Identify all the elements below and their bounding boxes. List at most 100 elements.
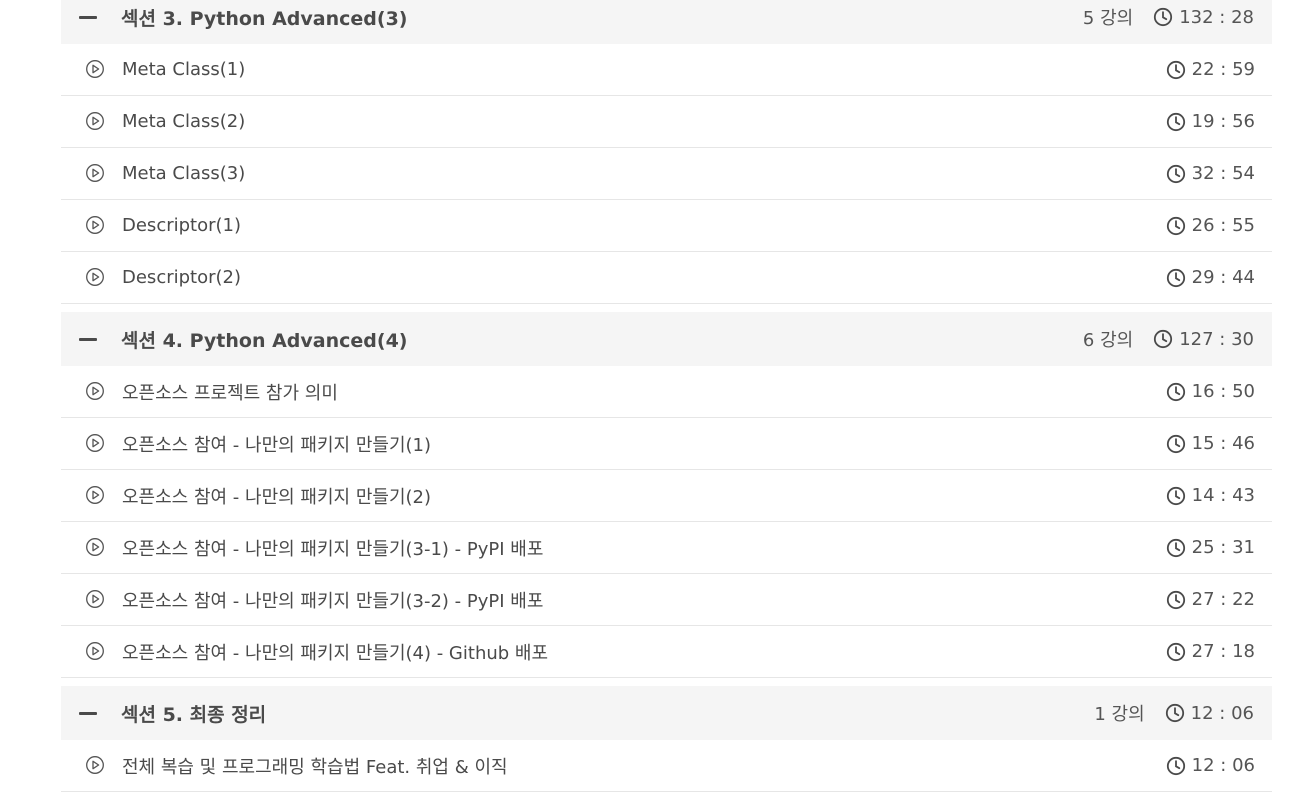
lecture-meta: 29 : 44 <box>1166 267 1255 288</box>
section-duration: 127 : 30 <box>1179 328 1254 350</box>
clock-icon <box>1166 382 1186 402</box>
lecture-meta: 15 : 46 <box>1166 433 1255 454</box>
lecture-item[interactable]: Descriptor(2) 29 : 44 <box>61 252 1272 304</box>
section-lecture-count: 6 강의 <box>1082 330 1134 351</box>
lecture-list: 전체 복습 및 프로그래밍 학습법 Feat. 취업 & 이직 12 : 06 <box>61 740 1272 792</box>
lecture-list: Meta Class(1) 22 : 59 Meta Class(2) 19 : 56… <box>61 44 1272 304</box>
lecture-title: 오픈소스 프로젝트 참가 의미 <box>122 382 338 404</box>
lecture-title: Meta Class(3) <box>122 163 246 184</box>
lecture-duration: 29 : 44 <box>1191 267 1255 288</box>
lecture-item[interactable]: Meta Class(2) 19 : 56 <box>61 96 1272 148</box>
section-title: 섹션 3. Python Advanced(3) <box>121 7 408 30</box>
lecture-meta: 27 : 22 <box>1166 589 1255 610</box>
clock-icon <box>1165 703 1185 723</box>
lecture-title: Descriptor(2) <box>122 267 242 288</box>
clock-icon <box>1166 538 1186 558</box>
lecture-meta: 19 : 56 <box>1166 111 1255 132</box>
play-circle-icon <box>85 537 105 557</box>
lecture-item[interactable]: 오픈소스 참여 - 나만의 패키지 만들기(2) 14 : 43 <box>61 470 1272 522</box>
lecture-duration: 27 : 18 <box>1191 641 1255 662</box>
play-circle-icon <box>85 267 105 287</box>
lecture-item[interactable]: Meta Class(3) 32 : 54 <box>61 148 1272 200</box>
lecture-meta: 16 : 50 <box>1166 381 1255 402</box>
play-circle-icon <box>85 163 105 183</box>
play-circle-icon <box>85 215 105 235</box>
lecture-duration: 27 : 22 <box>1191 589 1255 610</box>
lecture-duration: 14 : 43 <box>1191 485 1255 506</box>
lecture-meta: 12 : 06 <box>1166 755 1255 776</box>
clock-icon <box>1166 112 1186 132</box>
play-circle-icon <box>85 641 105 661</box>
lecture-duration: 26 : 55 <box>1191 215 1255 236</box>
lecture-item[interactable]: 오픈소스 참여 - 나만의 패키지 만들기(4) - Github 배포 27 :… <box>61 626 1272 678</box>
clock-icon <box>1166 60 1186 80</box>
play-circle-icon <box>85 589 105 609</box>
curriculum-section: 섹션 4. Python Advanced(4) 6 강의 127 : 30 오픈소스… <box>61 312 1272 678</box>
section-header[interactable]: 섹션 5. 최종 정리 1 강의 12 : 06 <box>61 686 1272 740</box>
lecture-meta: 14 : 43 <box>1166 485 1255 506</box>
clock-icon <box>1166 434 1186 454</box>
lecture-title: Meta Class(2) <box>122 111 246 132</box>
clock-icon <box>1166 164 1186 184</box>
clock-icon <box>1166 590 1186 610</box>
section-meta: 1 강의 12 : 06 <box>1094 700 1254 726</box>
section-title: 섹션 4. Python Advanced(4) <box>121 329 408 352</box>
lecture-meta: 26 : 55 <box>1166 215 1255 236</box>
curriculum-section: 섹션 3. Python Advanced(3) 5 강의 132 : 28 Meta… <box>61 0 1272 304</box>
lecture-title: 전체 복습 및 프로그래밍 학습법 Feat. 취업 & 이직 <box>122 756 508 778</box>
lecture-duration: 19 : 56 <box>1191 111 1255 132</box>
section-duration: 12 : 06 <box>1190 702 1254 724</box>
play-circle-icon <box>85 755 105 775</box>
lecture-duration: 15 : 46 <box>1191 433 1255 454</box>
lecture-meta: 22 : 59 <box>1166 59 1255 80</box>
section-lecture-count: 1 강의 <box>1094 704 1145 725</box>
lecture-title: 오픈소스 참여 - 나만의 패키지 만들기(1) <box>122 434 431 456</box>
clock-icon <box>1166 486 1186 506</box>
clock-icon <box>1153 329 1173 349</box>
lecture-title: Descriptor(1) <box>122 215 242 236</box>
play-circle-icon <box>85 381 105 401</box>
section-meta: 6 강의 127 : 30 <box>1083 326 1254 352</box>
curriculum-section: 섹션 5. 최종 정리 1 강의 12 : 06 전체 복습 및 프로그래밍 학습법 … <box>61 686 1272 792</box>
lecture-meta: 32 : 54 <box>1166 163 1255 184</box>
lecture-item[interactable]: Descriptor(1) 26 : 55 <box>61 200 1272 252</box>
lecture-meta: 25 : 31 <box>1166 537 1255 558</box>
curriculum-list: 섹션 3. Python Advanced(3) 5 강의 132 : 28 Meta… <box>61 0 1272 800</box>
minus-icon[interactable] <box>79 712 97 715</box>
lecture-title: 오픈소스 참여 - 나만의 패키지 만들기(3-2) - PyPI 배포 <box>122 590 544 612</box>
lecture-title: 오픈소스 참여 - 나만의 패키지 만들기(4) - Github 배포 <box>122 642 549 664</box>
lecture-title: Meta Class(1) <box>122 59 246 80</box>
clock-icon <box>1166 216 1186 236</box>
lecture-item[interactable]: 오픈소스 참여 - 나만의 패키지 만들기(1) 15 : 46 <box>61 418 1272 470</box>
lecture-list: 오픈소스 프로젝트 참가 의미 16 : 50 오픈소스 참여 - 나만의 패키지 … <box>61 366 1272 678</box>
section-duration: 132 : 28 <box>1179 6 1254 28</box>
minus-icon[interactable] <box>79 16 97 19</box>
section-lecture-count: 5 강의 <box>1082 8 1134 29</box>
lecture-title: 오픈소스 참여 - 나만의 패키지 만들기(3-1) - PyPI 배포 <box>122 538 544 560</box>
lecture-item[interactable]: 전체 복습 및 프로그래밍 학습법 Feat. 취업 & 이직 12 : 06 <box>61 740 1272 792</box>
lecture-title: 오픈소스 참여 - 나만의 패키지 만들기(2) <box>122 486 431 508</box>
play-circle-icon <box>85 59 105 79</box>
section-header[interactable]: 섹션 3. Python Advanced(3) 5 강의 132 : 28 <box>61 0 1272 44</box>
lecture-item[interactable]: Meta Class(1) 22 : 59 <box>61 44 1272 96</box>
clock-icon <box>1166 268 1186 288</box>
lecture-item[interactable]: 오픈소스 프로젝트 참가 의미 16 : 50 <box>61 366 1272 418</box>
lecture-duration: 25 : 31 <box>1191 537 1255 558</box>
clock-icon <box>1166 642 1186 662</box>
lecture-duration: 16 : 50 <box>1191 381 1255 402</box>
lecture-item[interactable]: 오픈소스 참여 - 나만의 패키지 만들기(3-2) - PyPI 배포 27 :… <box>61 574 1272 626</box>
minus-icon[interactable] <box>79 338 97 341</box>
play-circle-icon <box>85 433 105 453</box>
lecture-duration: 12 : 06 <box>1191 755 1255 776</box>
lecture-item[interactable]: 오픈소스 참여 - 나만의 패키지 만들기(3-1) - PyPI 배포 25 :… <box>61 522 1272 574</box>
section-header[interactable]: 섹션 4. Python Advanced(4) 6 강의 127 : 30 <box>61 312 1272 366</box>
play-circle-icon <box>85 485 105 505</box>
section-title: 섹션 5. 최종 정리 <box>121 703 267 726</box>
clock-icon <box>1153 7 1173 27</box>
lecture-meta: 27 : 18 <box>1166 641 1255 662</box>
lecture-duration: 32 : 54 <box>1191 163 1255 184</box>
clock-icon <box>1166 756 1186 776</box>
play-circle-icon <box>85 111 105 131</box>
section-meta: 5 강의 132 : 28 <box>1083 4 1254 30</box>
lecture-duration: 22 : 59 <box>1191 59 1255 80</box>
